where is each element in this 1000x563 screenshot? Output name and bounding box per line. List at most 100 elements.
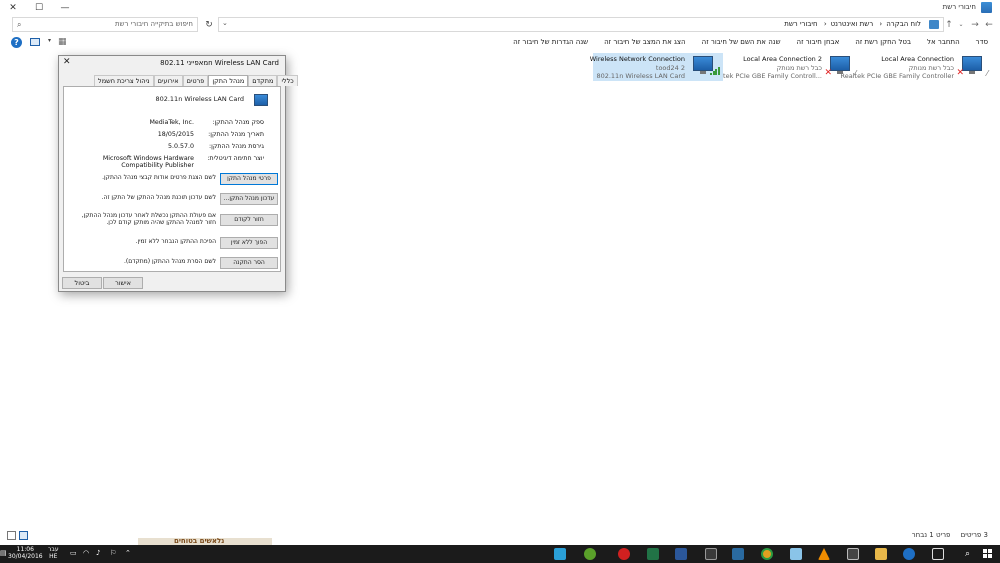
cmd-disable-device[interactable]: בטל החקן רשת זה: [855, 38, 911, 46]
property-label: ספק מנהל ההתקן:: [212, 119, 264, 126]
roll-back-row: חזור לקודם אם פעולת ההתקן נכשלת לאחר עדכ…: [74, 211, 280, 233]
connection-wireless[interactable]: Wireless Network Connection tood24 2 802…: [590, 53, 723, 81]
language-indicator[interactable]: עבר HE: [48, 546, 59, 560]
property-value: MediaTek, Inc.: [149, 119, 194, 126]
disable-button[interactable]: הפוך ללא זמין: [220, 237, 278, 249]
excel-icon[interactable]: [647, 548, 659, 560]
connection-local-area[interactable]: Local Area Connection כבל רשת מנותק Real…: [841, 53, 992, 81]
notification-icon[interactable]: ▤: [0, 549, 7, 557]
connection-device: Realtek PCIe GBE Family Controll...: [709, 72, 822, 80]
app-icon[interactable]: [790, 548, 802, 560]
thumbnail-text: נלאשים בטוחים: [174, 537, 225, 545]
refresh-icon[interactable]: ↻: [202, 18, 216, 32]
media-app-icon[interactable]: [618, 548, 630, 560]
cmd-rename[interactable]: שנה את השם של חיבור זה: [702, 38, 781, 46]
property-driver-date: תאריך מנהל ההתקן: 18/05/2015: [76, 131, 264, 139]
taskbar-search-icon[interactable]: ⌕: [965, 549, 970, 559]
dialog-close-icon[interactable]: ✕: [63, 57, 71, 67]
explorer-window: ✕ ☐ — חיבורי רשת ← → ⌄ ↑ לוח הבקרה ‹ רשת …: [0, 0, 1000, 545]
breadcrumb-separator-icon: ‹: [823, 20, 827, 28]
monitor-stand-icon: [837, 71, 843, 74]
vlc-icon[interactable]: [818, 548, 830, 560]
network-adapter-icon: [254, 94, 268, 106]
tab-events[interactable]: אירועים: [153, 75, 183, 86]
cmd-organize[interactable]: סדר: [976, 38, 988, 46]
preview-pane-icon[interactable]: [30, 38, 40, 46]
cmd-connect-to[interactable]: התחבר אל: [927, 38, 960, 46]
tray-volume-icon[interactable]: ♪: [96, 549, 100, 557]
change-view-icon[interactable]: ▦: [58, 37, 68, 47]
cable-icon: ⁄: [986, 69, 988, 78]
start-windows-icon[interactable]: [974, 545, 1000, 563]
tab-details[interactable]: פרטים: [182, 75, 209, 86]
connection-name: Local Area Connection: [881, 55, 954, 63]
clock[interactable]: 11:06 30/04/2016: [8, 546, 43, 560]
disable-row: הפוך ללא זמין הפיכת ההתקן הנבחר ללא זמין…: [74, 237, 280, 251]
view-dropdown-icon[interactable]: ▾: [48, 37, 51, 44]
breadcrumb-network-internet[interactable]: רשת ואינטרנט: [831, 20, 874, 28]
cmd-diagnose[interactable]: אבחן חיבור זה: [797, 38, 840, 46]
cmd-change-settings[interactable]: שנה הגדרות של חיבור זה: [513, 38, 588, 46]
breadcrumb-control-panel[interactable]: לוח הבקרה: [886, 20, 921, 28]
status-selected-count: פריט 1 נבחר: [911, 531, 951, 539]
cable-icon: ⁄: [854, 69, 856, 78]
tab-general[interactable]: כללי: [277, 75, 298, 86]
breadcrumb-network-connections[interactable]: חיבורי רשת: [784, 20, 817, 28]
kodi-icon[interactable]: [732, 548, 744, 560]
properties-dialog: מאפייני 802.11n Wireless LAN Card ✕ כללי…: [58, 55, 298, 292]
driver-details-desc: לשם הצגת פרטים אודות קבצי מנהל ההתקן.: [102, 174, 216, 181]
file-explorer-icon[interactable]: [875, 548, 887, 560]
tray-network-icon[interactable]: ⚐: [110, 549, 116, 557]
driver-details-button[interactable]: פרטי מנהל התקן: [220, 173, 278, 185]
control-panel-icon: [929, 20, 939, 29]
edge-icon[interactable]: [903, 548, 915, 560]
window-title: חיבורי רשת: [942, 3, 976, 11]
search-placeholder: חיפוש בתיקייה חיבורי רשת: [114, 20, 193, 28]
cmd-view-status[interactable]: הצג את המצב של חיבור זה: [604, 38, 686, 46]
cancel-button[interactable]: ביטול: [62, 277, 102, 289]
help-icon[interactable]: ?: [11, 37, 22, 48]
device-name: 802.11n Wireless LAN Card: [155, 95, 244, 103]
details-view-icon[interactable]: [7, 531, 16, 540]
address-bar[interactable]: לוח הבקרה‹ רשת ואינטרנט‹ חיבורי רשת ⌄: [218, 17, 944, 32]
chrome-icon[interactable]: [761, 548, 773, 560]
search-icon: ⌕: [17, 20, 22, 29]
back-arrow-icon[interactable]: ←: [982, 18, 996, 32]
address-dropdown-icon[interactable]: ⌄: [222, 19, 228, 27]
task-view-icon[interactable]: [932, 548, 944, 560]
ok-button[interactable]: אישור: [103, 277, 143, 289]
driver-tab-panel: 802.11n Wireless LAN Card ספק מנהל ההתקן…: [63, 86, 281, 272]
update-driver-button[interactable]: עדכון מנהל התקן...: [220, 193, 278, 205]
connection-name: Local Area Connection 2: [743, 55, 822, 63]
status-item-count: 3 פריטים: [960, 531, 988, 539]
network-monitor-icon: [962, 56, 982, 71]
store-icon[interactable]: [847, 548, 859, 560]
roll-back-button[interactable]: חזור לקודם: [220, 214, 278, 226]
title-bar: ✕ ☐ — חיבורי רשת: [0, 0, 1000, 16]
maximize-button[interactable]: ☐: [26, 0, 52, 16]
tray-wifi-icon[interactable]: ◠: [83, 549, 89, 557]
uninstall-button[interactable]: הסר התקנה: [220, 257, 278, 269]
word-icon[interactable]: [675, 548, 687, 560]
property-driver-provider: ספק מנהל ההתקן: MediaTek, Inc.: [76, 119, 264, 127]
tray-chevron-icon[interactable]: ⌃: [125, 549, 131, 557]
connection-local-area-2[interactable]: Local Area Connection 2 כבל רשת מנותק Re…: [709, 53, 860, 81]
close-button[interactable]: ✕: [0, 0, 26, 16]
connection-device: 802.11n Wireless LAN Card: [596, 72, 685, 80]
solitaire-icon[interactable]: [705, 548, 717, 560]
minimize-button[interactable]: —: [52, 0, 78, 16]
utorrent-icon[interactable]: [584, 548, 596, 560]
tab-power-management[interactable]: ניהול צריכת חשמל: [94, 75, 154, 86]
search-input[interactable]: חיפוש בתיקייה חיבורי רשת ⌕: [12, 17, 198, 32]
tab-advanced[interactable]: מתקדם: [248, 75, 278, 86]
connection-status: כבל רשת מנותק: [776, 64, 822, 72]
tray-battery-icon[interactable]: ▭: [70, 549, 77, 557]
desktop-app-icon[interactable]: [554, 548, 566, 560]
forward-arrow-icon[interactable]: →: [968, 18, 982, 32]
clock-date: 30/04/2016: [8, 553, 43, 560]
network-monitor-icon: [830, 56, 850, 71]
property-driver-version: גירסת מנהל ההתקן: 5.0.57.0: [76, 143, 264, 151]
up-arrow-icon[interactable]: ↑: [942, 18, 956, 32]
large-icons-view-icon[interactable]: [19, 531, 28, 540]
recent-chevron-icon[interactable]: ⌄: [954, 18, 968, 32]
